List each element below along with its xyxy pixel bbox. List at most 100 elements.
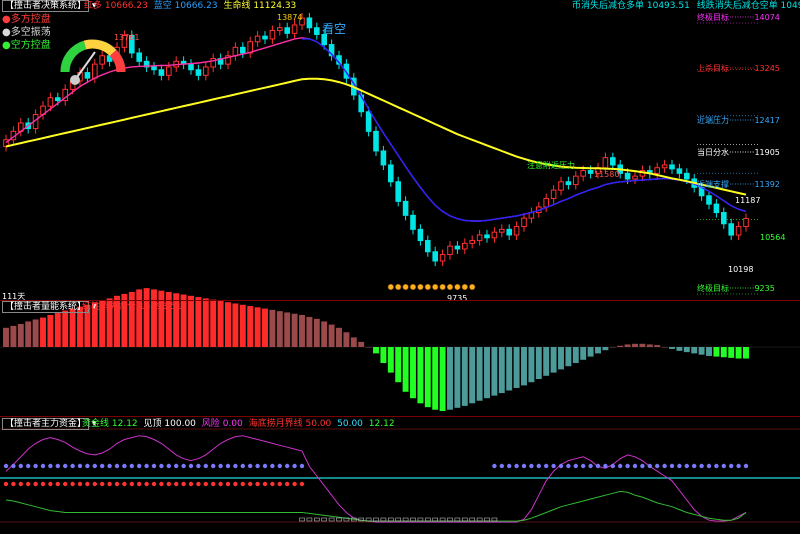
candle-body (602, 157, 609, 169)
energy-bar (210, 299, 217, 347)
candle-body (610, 157, 616, 166)
funds-bottom-marker (432, 517, 439, 522)
energy-bar (69, 308, 76, 347)
funds-red-dot (248, 481, 253, 487)
funds-blue-dot (640, 463, 645, 469)
dot-icon: ● (2, 40, 11, 51)
candle-body (624, 172, 631, 180)
level-ultimate-bottom: 终极目标··········9235 (697, 284, 775, 293)
funds-blue-dot (514, 463, 519, 469)
candle-body (558, 181, 564, 191)
trading-chart: 【撞击者决策系统】 ▾ 红多 10666.23 蓝空 10666.23 生命线 … (0, 0, 800, 530)
energy-bar (565, 347, 572, 367)
funds-blue-dot (581, 463, 586, 469)
funds-blue-dot (92, 463, 98, 469)
funds-red-dot (62, 481, 68, 487)
energy-bar (343, 332, 350, 347)
funds-bottom-marker (461, 517, 468, 522)
funds-blue-dot (233, 463, 238, 469)
funds-blue-dot (729, 463, 734, 469)
funds-bottom-marker (306, 517, 313, 522)
candle-body (684, 172, 690, 180)
candle-body (721, 212, 727, 225)
energy-bar (587, 347, 594, 357)
funds-red-dot (159, 481, 164, 487)
candle-body (676, 168, 683, 174)
funds-blue-dot (684, 463, 689, 469)
funds-header-values: 资金线 12.12 见顶 100.00 风险 0.00 海底捞月界线 50.00… (82, 419, 395, 429)
funds-bottom-marker (454, 517, 461, 522)
funds-blue-dot (159, 463, 164, 469)
energy-bar (432, 347, 439, 410)
funds-blue-dot (174, 463, 179, 469)
energy-bar (735, 347, 742, 359)
candle-body (521, 217, 527, 228)
energy-bar (617, 345, 624, 347)
energy-bar (291, 313, 298, 347)
energy-bar (358, 341, 365, 347)
candle-body (491, 231, 498, 239)
funds-red-dot (33, 481, 38, 487)
energy-bar (40, 317, 46, 347)
funds-bottom-marker (491, 517, 498, 522)
funds-bottom-marker (373, 517, 379, 522)
energy-bar (720, 347, 727, 358)
funds-blue-dot (85, 463, 90, 469)
energy-bar (447, 347, 453, 410)
funds-blue-dot (144, 463, 149, 469)
funds-blue-dot (595, 463, 601, 469)
funds-blue-dot (573, 463, 578, 469)
funds-blue-dot (255, 463, 260, 469)
funds-blue-dot (285, 463, 290, 469)
energy-bar (54, 313, 61, 347)
energy-bar (143, 288, 150, 347)
energy-bar (713, 347, 720, 357)
low-signal-icon (395, 283, 402, 291)
funds-blue-dot (196, 463, 201, 469)
funds-red-dot (11, 481, 16, 487)
funds-red-dot (144, 481, 149, 487)
funds-bottom-marker (299, 517, 305, 522)
energy-bar (646, 344, 653, 347)
funds-red-dot (188, 481, 194, 487)
funds-blue-dot (669, 463, 675, 469)
energy-bar (424, 347, 431, 408)
level-near-resistance: 近端压力··········12417 (697, 116, 780, 125)
funds-blue-dot (218, 463, 223, 469)
energy-bar (336, 327, 342, 347)
candle-body (654, 167, 660, 174)
funds-blue-dot (655, 463, 660, 469)
funds-red-dot (122, 481, 127, 487)
energy-bar (491, 347, 498, 396)
funds-red-dot (3, 481, 9, 487)
candle-body (365, 111, 372, 132)
funds-red-dot (285, 481, 290, 487)
funds-red-dot (174, 481, 179, 487)
main-indicator-title[interactable]: 【撞击者决策系统】 ▾ (2, 0, 96, 12)
funds-line-violet (5, 435, 747, 523)
candle-body (158, 69, 165, 76)
energy-bar (706, 347, 712, 356)
candle-body (743, 218, 749, 228)
funds-red-dot (100, 481, 105, 487)
energy-bar (513, 347, 520, 388)
peak-label-right: 11580 (594, 170, 620, 179)
low-label-2: 10198 (728, 265, 754, 274)
candle-body (476, 234, 483, 242)
energy-bar (62, 310, 69, 347)
candle-body (188, 63, 194, 71)
funds-blue-dot (77, 463, 83, 469)
candle-body (277, 27, 283, 32)
energy-bar (676, 347, 683, 351)
funds-bottom-marker (410, 517, 416, 522)
candle-body (565, 181, 572, 186)
energy-bar (521, 347, 527, 386)
funds-blue-dot (3, 463, 9, 469)
candle-body (402, 200, 409, 216)
gauge-arc-red (109, 49, 126, 73)
funds-blue-dot (166, 463, 171, 469)
candle-body (728, 223, 734, 236)
candle-body (550, 189, 557, 200)
candle-body (269, 30, 276, 40)
funds-red-dot (137, 481, 142, 487)
